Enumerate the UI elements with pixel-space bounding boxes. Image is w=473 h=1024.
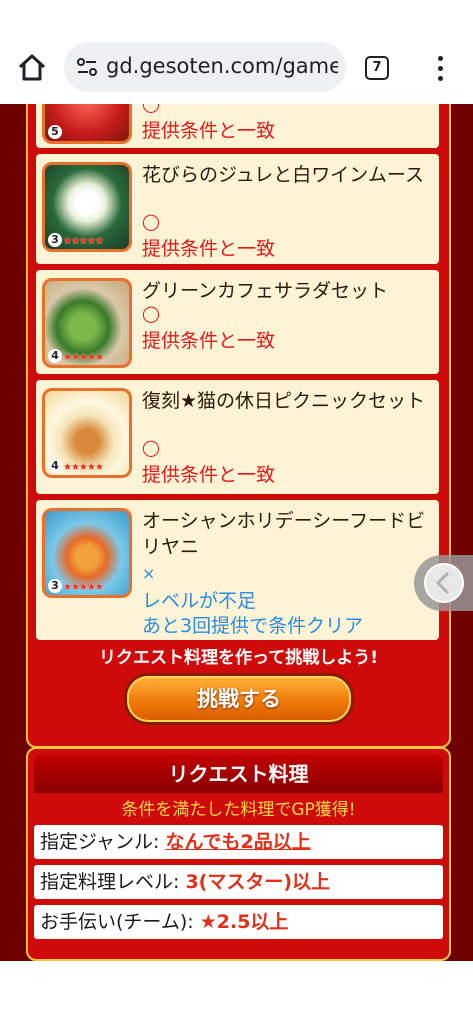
browser-toolbar: gd.gesoten.com/games 7 (0, 0, 473, 104)
match-status: 提供条件と一致 (142, 464, 276, 486)
request-row-genre: 指定ジャンル: なんでも2品以上 (34, 825, 443, 859)
dish-name: グリーンカフェサラダセット (142, 280, 389, 302)
match-mark: ◯ (142, 104, 160, 113)
dish-stars: ★★★★★ (63, 352, 104, 363)
dish-level-badge: 3 (48, 579, 62, 593)
dish-stars: ★★★★★ (63, 582, 104, 593)
chevron-left-icon (436, 572, 449, 594)
dish-thumbnail: 3 ★★★★★ (42, 508, 132, 598)
request-row-team: お手伝い(チーム): ★2.5以上 (34, 905, 443, 939)
side-drawer-handle[interactable] (414, 555, 473, 611)
dish-level-badge: 4 (48, 349, 62, 363)
dish-card[interactable]: 4 ★★★★★ 復刻★猫の休日ピクニックセット ◯ 提供条件と一致 (36, 380, 439, 494)
dish-thumbnail: 4 ★★★★★ (42, 278, 132, 368)
request-row-label: お手伝い(チーム): (40, 911, 194, 933)
dish-level-badge: 5 (48, 125, 62, 139)
match-status: 提供条件と一致 (142, 238, 276, 260)
site-settings-icon[interactable] (76, 56, 98, 78)
request-row-value: ★2.5以上 (199, 911, 289, 933)
match-mark: ◯ (142, 212, 160, 231)
dish-name: 復刻★猫の休日ピクニックセット (142, 390, 426, 412)
genre-link[interactable]: なんでも2品以上 (166, 831, 311, 853)
request-title: リクエスト料理 (34, 755, 443, 793)
more-vert-icon[interactable] (436, 56, 444, 82)
dish-list-panel: 5 ◯ 提供条件と一致 3 ★★★★★ 花びらのジュレと白ワインムース ◯ 提供… (26, 104, 451, 748)
match-status: 提供条件と一致 (142, 120, 276, 142)
dish-stars: ★★★★★ (63, 462, 104, 473)
home-icon[interactable] (16, 52, 48, 84)
dish-thumbnail: 3 ★★★★★ (42, 162, 132, 252)
request-row-label: 指定料理レベル: (40, 871, 180, 893)
dish-name: 花びらのジュレと白ワインムース (142, 164, 424, 186)
dish-card[interactable]: 5 ◯ 提供条件と一致 (36, 104, 439, 148)
match-mark: × (142, 564, 156, 583)
game-page: 5 ◯ 提供条件と一致 3 ★★★★★ 花びらのジュレと白ワインムース ◯ 提供… (0, 104, 473, 961)
request-panel: リクエスト料理 条件を満たした料理でGP獲得! 指定ジャンル: なんでも2品以上… (26, 747, 451, 961)
dish-level-badge: 4 (48, 459, 62, 473)
tab-switcher-button[interactable]: 7 (365, 56, 389, 80)
request-row-value: 3(マスター)以上 (185, 871, 331, 893)
match-status: 提供条件と一致 (142, 330, 276, 352)
request-row-label: 指定ジャンル: (40, 831, 160, 853)
match-mark: ◯ (142, 438, 160, 457)
dish-stars: ★★★★★ (63, 236, 104, 247)
dish-level-badge: 3 (48, 233, 62, 247)
challenge-button[interactable]: 挑戦する (124, 673, 354, 725)
match-mark: ◯ (142, 304, 160, 323)
dish-card[interactable]: 4 ★★★★★ グリーンカフェサラダセット ◯ 提供条件と一致 (36, 270, 439, 374)
dish-thumbnail: 4 ★★★★★ (42, 388, 132, 478)
request-row-level: 指定料理レベル: 3(マスター)以上 (34, 865, 443, 899)
dish-card[interactable]: 3 ★★★★★ オーシャンホリデーシーフードビリヤニ × レベルが不足 あと3回… (36, 500, 439, 640)
challenge-prompt: リクエスト料理を作って挑戦しよう! (99, 648, 378, 668)
match-status: レベルが不足 (142, 590, 257, 612)
url-text[interactable]: gd.gesoten.com/games (106, 54, 338, 78)
match-hint: あと3回提供で条件クリア (142, 615, 364, 637)
address-bar[interactable]: gd.gesoten.com/games (64, 42, 346, 92)
request-subtitle: 条件を満たした料理でGP獲得! (121, 800, 356, 820)
dish-name: オーシャンホリデーシーフードビリヤニ (142, 510, 426, 558)
dish-thumbnail: 5 (42, 104, 132, 144)
dish-card[interactable]: 3 ★★★★★ 花びらのジュレと白ワインムース ◯ 提供条件と一致 (36, 154, 439, 264)
